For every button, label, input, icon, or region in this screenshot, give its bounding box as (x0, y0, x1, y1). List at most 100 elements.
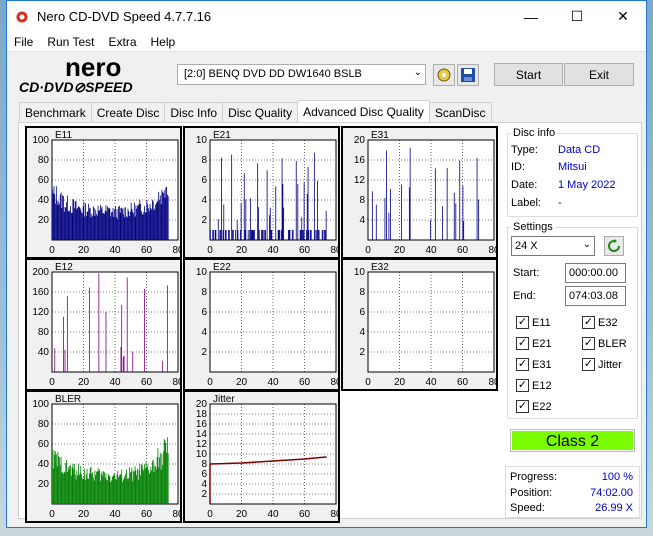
progress-label: Progress: (510, 471, 558, 483)
drive-select[interactable]: [2:0] BENQ DVD DD DW1640 BSLB ⌄ (177, 64, 426, 85)
data-bar (144, 288, 145, 372)
nero-app-icon (14, 8, 30, 25)
y-tick-label: 60 (38, 175, 50, 186)
data-bar (162, 464, 164, 504)
data-bar (118, 206, 119, 240)
data-bar (151, 470, 153, 504)
tab-disc-quality[interactable]: Disc Quality (222, 102, 299, 122)
data-bar (71, 467, 73, 504)
checkbox-e11[interactable]: ✓ E11 (516, 316, 551, 329)
minimize-button[interactable]: — (508, 1, 554, 32)
y-tick-label: 100 (32, 399, 49, 410)
data-bar (141, 213, 143, 240)
data-bar (401, 184, 402, 240)
refresh-icon[interactable] (604, 236, 624, 256)
y-tick-label: 16 (354, 155, 366, 166)
disc-eject-icon[interactable] (433, 64, 455, 86)
checkbox-jitter[interactable]: ✓ Jitter (582, 358, 622, 371)
data-bar (68, 210, 70, 240)
data-bar (231, 154, 233, 240)
data-bar (310, 230, 311, 240)
data-bar (301, 217, 303, 240)
menu-help[interactable]: Help (144, 35, 183, 49)
exit-button[interactable]: Exit (564, 63, 634, 86)
data-bar (223, 204, 225, 240)
x-tick-label: 40 (425, 245, 437, 256)
tab-scandisc[interactable]: ScanDisc (428, 102, 492, 122)
data-bar (120, 346, 122, 372)
data-bar (70, 206, 71, 240)
x-tick-label: 80 (488, 245, 496, 256)
data-bar (137, 205, 138, 240)
data-bar (245, 199, 247, 240)
tab-disc-info[interactable]: Disc Info (164, 102, 224, 122)
save-icon[interactable] (457, 64, 479, 86)
x-tick-label: 0 (365, 245, 371, 256)
x-tick-label: 20 (236, 509, 248, 520)
data-bar (144, 212, 146, 240)
checkbox-e32[interactable]: ✓ E32 (582, 316, 618, 329)
start-button[interactable]: Start (494, 63, 563, 86)
data-bar (126, 217, 128, 240)
checkmark-icon: ✓ (516, 358, 529, 371)
checkbox-e12[interactable]: ✓ E12 (516, 379, 552, 392)
data-bar (210, 230, 211, 240)
data-bar (316, 230, 318, 240)
data-bar (63, 316, 64, 372)
data-bar (123, 207, 125, 240)
checkbox-e31[interactable]: ✓ E31 (516, 358, 552, 371)
data-bar (163, 190, 165, 240)
tab-create-disc[interactable]: Create Disc (90, 102, 166, 122)
menu-file[interactable]: File (7, 35, 40, 49)
checkbox-bler-label: BLER (598, 337, 627, 350)
tab-advanced-disc-quality[interactable]: Advanced Disc Quality (297, 100, 430, 122)
menu-extra[interactable]: Extra (101, 35, 143, 49)
data-bar (121, 469, 123, 504)
checkbox-e21[interactable]: ✓ E21 (516, 337, 552, 350)
x-tick-label: 0 (49, 509, 55, 520)
chart-title: E32 (371, 262, 389, 273)
speed-select[interactable]: 24 X ⌄ (511, 236, 595, 256)
y-tick-label: 8 (359, 195, 365, 206)
checkbox-bler[interactable]: ✓ BLER (582, 337, 627, 350)
logo-nero-text: nero (65, 54, 121, 82)
data-bar (100, 204, 101, 240)
data-bar (124, 217, 126, 240)
y-tick-label: 4 (201, 327, 207, 338)
data-bar (162, 360, 164, 372)
data-bar (115, 478, 116, 504)
label-value: - (558, 197, 562, 209)
tab-benchmark[interactable]: Benchmark (19, 102, 92, 122)
menu-run-test[interactable]: Run Test (40, 35, 101, 49)
maximize-button[interactable]: ☐ (554, 1, 600, 32)
data-bar (291, 230, 293, 240)
data-bar (152, 459, 154, 504)
data-bar (237, 230, 239, 240)
chart-e31: 4 8 12 16 20 0 20 40 60 80 E31 (341, 126, 498, 259)
data-bar (129, 211, 131, 240)
data-bar (462, 185, 464, 240)
data-bar (275, 186, 277, 240)
y-tick-label: 14 (196, 429, 208, 440)
start-input[interactable]: 000:00.00 (565, 263, 626, 283)
checkmark-icon: ✓ (516, 400, 529, 413)
data-bar (103, 213, 105, 240)
data-bar (56, 466, 58, 504)
data-bar (75, 201, 77, 240)
data-bar (139, 463, 141, 504)
data-bar (153, 472, 155, 504)
data-bar (247, 230, 249, 240)
data-bar (281, 158, 283, 240)
close-button[interactable]: ✕ (600, 1, 646, 32)
drive-select-value: [2:0] BENQ DVD DD DW1640 BSLB (184, 68, 362, 80)
checkbox-e22[interactable]: ✓ E22 (516, 400, 552, 413)
data-bar (68, 469, 70, 504)
end-input[interactable]: 074:03.08 (565, 286, 626, 306)
data-bar (265, 230, 266, 240)
start-label: Start: (513, 267, 540, 279)
data-bar (160, 469, 162, 504)
data-bar (152, 199, 153, 240)
data-bar (106, 211, 108, 240)
data-bar (142, 468, 144, 504)
data-bar (219, 230, 221, 240)
